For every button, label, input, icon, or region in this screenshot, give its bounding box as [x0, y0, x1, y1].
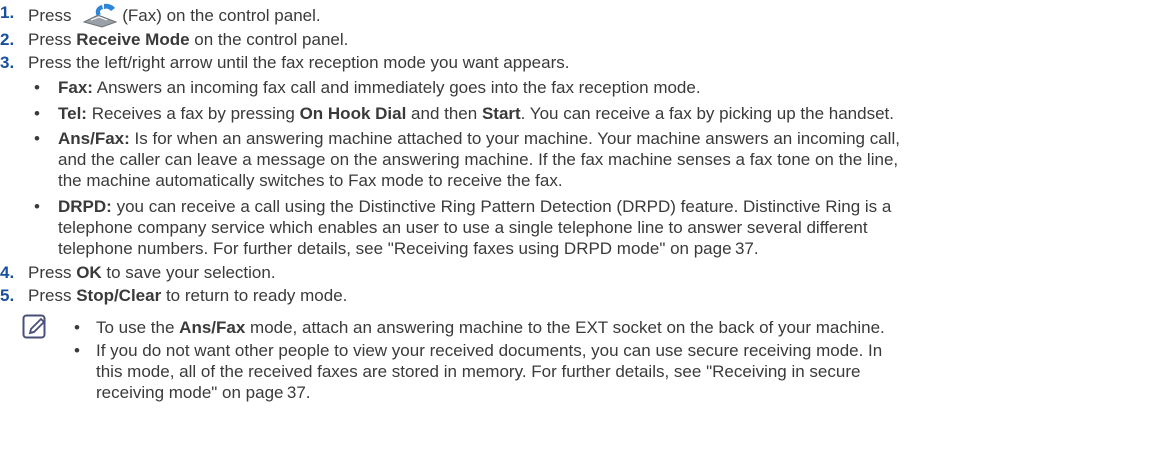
mode-description: Is for when an answering machine attache… [129, 129, 900, 148]
note-text: If you do not want other people to view … [96, 341, 883, 360]
step-text: Press the left/right arrow until the fax… [28, 53, 570, 72]
note-item-2-line2: this mode, all of the received faxes are… [96, 362, 861, 381]
mode-label: Tel: [58, 104, 87, 123]
note-pencil-icon [22, 314, 46, 339]
instruction-document: 1. Press (Fax) on the control panel. 2. … [0, 0, 1156, 468]
step-text: Press [28, 286, 77, 305]
step-text-after: to return to ready mode. [161, 286, 348, 305]
step-number: 4. [0, 263, 15, 282]
mode-description-end: . You can receive a fax by picking up th… [520, 104, 894, 123]
step-text-after: (Fax) on the control panel. [122, 6, 321, 25]
step-number: 5. [0, 286, 15, 305]
ans-fax-label: Ans/Fax [179, 318, 246, 337]
start-label: Start [481, 104, 521, 123]
step-number: 2. [0, 30, 15, 49]
step-number: 3. [0, 53, 15, 72]
mode-label: DRPD: [58, 197, 112, 216]
on-hook-dial-label: On Hook Dial [299, 104, 407, 123]
mode-label: Fax: [58, 78, 93, 97]
mode-ansfax-line3: the machine automatically switches to Fa… [58, 171, 563, 190]
bullet: • [34, 197, 40, 216]
mode-description: you can receive a call using the Distinc… [111, 197, 892, 216]
mode-description: Receives a fax by pressing [86, 104, 300, 123]
step-text: Press [28, 263, 77, 282]
stop-clear-label: Stop/Clear [76, 286, 162, 305]
step-text-after: on the control panel. [189, 30, 349, 49]
receive-mode-label: Receive Mode [76, 30, 190, 49]
mode-description-mid: and then [406, 104, 482, 123]
step-text: Press [28, 6, 77, 25]
mode-description: Answers an incoming fax call and immedia… [92, 78, 701, 97]
ok-label: OK [76, 263, 102, 282]
mode-drpd-line3: telephone numbers. For further details, … [58, 239, 759, 258]
bullet: • [34, 129, 40, 148]
mode-drpd-line2: telephone company service which enables … [58, 218, 868, 237]
mode-ansfax-line2: and the caller can leave a message on th… [58, 150, 899, 169]
mode-label: Ans/Fax: [58, 129, 130, 148]
bullet: • [74, 341, 80, 360]
bullet: • [34, 78, 40, 97]
step-text: Press [28, 30, 77, 49]
step-number: 1. [0, 3, 15, 22]
fax-icon [82, 2, 120, 28]
step-text-after: to save your selection. [101, 263, 276, 282]
note-item-2-line3: receiving mode" on page 37. [96, 383, 311, 402]
note-text: To use the [96, 318, 180, 337]
bullet: • [74, 318, 80, 337]
note-text-after: mode, attach an answering machine to the… [245, 318, 885, 337]
bullet: • [34, 104, 40, 123]
